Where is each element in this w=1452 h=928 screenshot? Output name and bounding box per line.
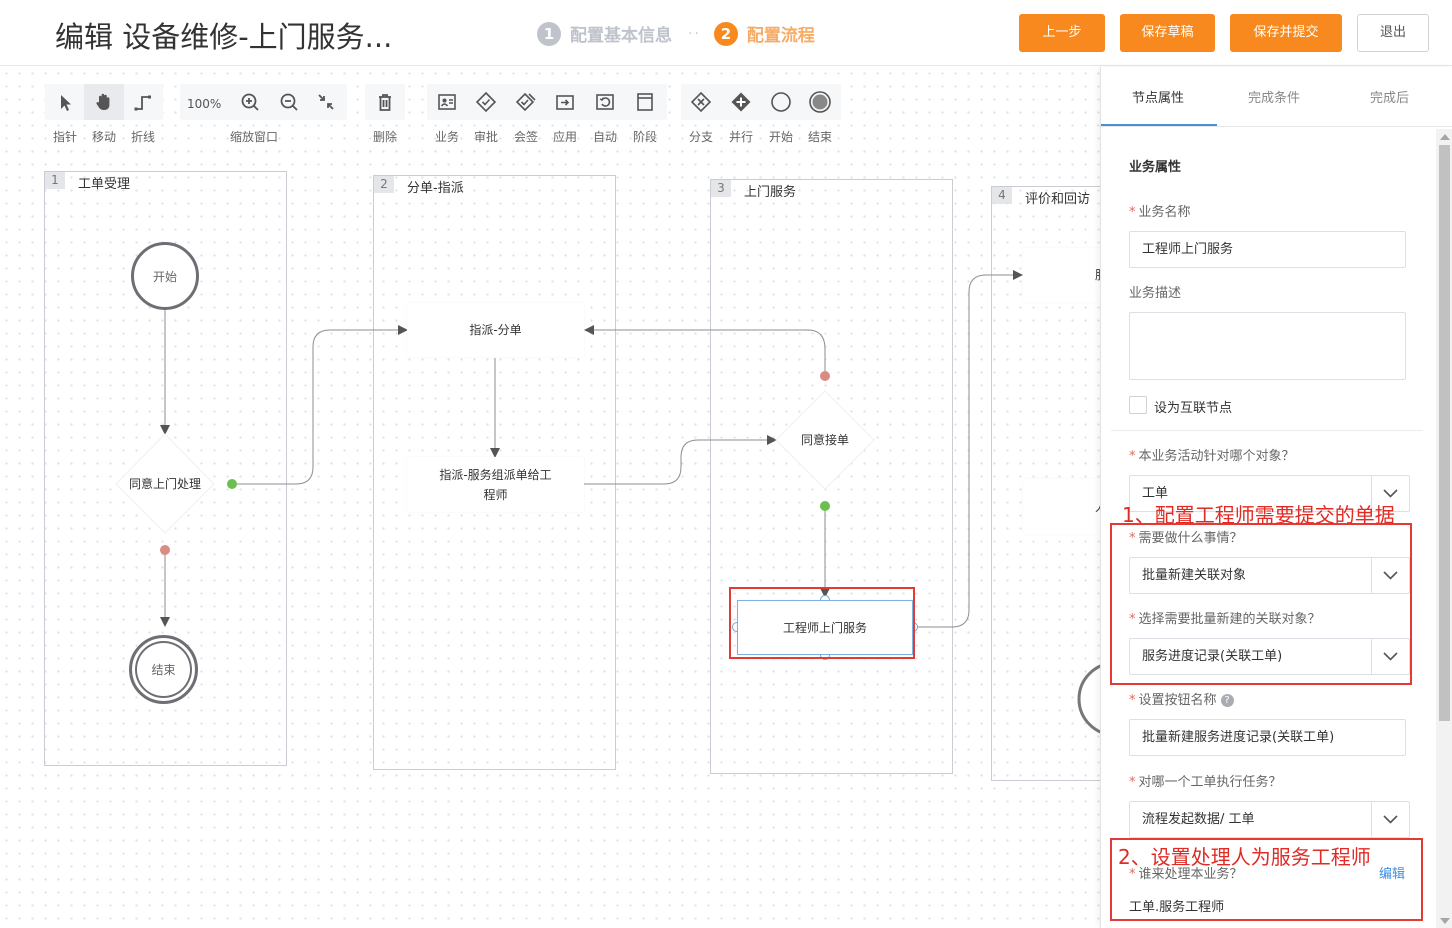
section-title: 业务属性 — [1129, 160, 1182, 175]
step-indicator: 1 配置基本信息 ·· 2 配置流程 — [537, 21, 815, 46]
required-mark: * — [1129, 449, 1136, 464]
task-label: 指派-分单 — [469, 323, 522, 337]
start-event-node[interactable]: 开始 — [131, 242, 199, 310]
required-mark: * — [1129, 693, 1136, 708]
task-lane4-service[interactable]: 服 — [1023, 248, 1100, 302]
exit-button[interactable]: 退出 — [1357, 14, 1429, 52]
edge-visit-to-lane4 — [915, 270, 1023, 628]
step-number: 2 — [713, 21, 738, 46]
end-event-node[interactable]: 结束 — [129, 635, 198, 704]
interconnect-label: 设为互联节点 — [1154, 401, 1233, 416]
step-separator: ·· — [688, 25, 701, 42]
business-name-input[interactable]: 工程师上门服务 — [1129, 231, 1406, 268]
task-label-line1: 指派-服务组派单给工 — [439, 467, 552, 482]
task-lane4-person[interactable]: 人 — [1023, 479, 1100, 534]
tab-completion-conditions[interactable]: 完成条件 — [1248, 87, 1300, 106]
edge-engineer-to-accept — [584, 435, 777, 485]
task-assign-split[interactable]: 指派-分单 — [407, 303, 584, 357]
target-object-label-text: 本业务活动针对哪个对象？ — [1138, 449, 1295, 464]
button-name-input[interactable]: 批量新建服务进度记录(关联工单) — [1129, 719, 1406, 756]
active-tab-indicator — [1101, 124, 1217, 126]
task-label-line2: 程师 — [483, 487, 508, 502]
step-basic-info[interactable]: 1 配置基本信息 — [537, 21, 672, 46]
exec-on-label: * 对哪一个工单执行任务？ — [1129, 771, 1282, 790]
button-name-label-text: 设置按钮名称 — [1138, 693, 1217, 708]
prev-step-button[interactable]: 上一步 — [1019, 14, 1105, 52]
panel-tabs: 节点属性 完成条件 完成后 — [1101, 67, 1452, 127]
flow-canvas[interactable]: 指针 移动 折线 100% 缩放窗口 删除 业务 审批 会签 应用 自动 阶段 … — [0, 67, 1100, 928]
business-name-label-text: 业务名称 — [1138, 205, 1191, 220]
step-label: 配置流程 — [746, 26, 815, 46]
tab-node-properties[interactable]: 节点属性 — [1132, 87, 1184, 106]
highlight-selected-node — [729, 587, 915, 659]
annotation-note-1: 1、配置工程师需要提交的单据 — [1122, 503, 1395, 527]
exec-on-value: 流程发起数据/ 工单 — [1142, 812, 1255, 827]
exec-on-label-text: 对哪一个工单执行任务？ — [1138, 775, 1282, 790]
business-desc-label: 业务描述 — [1129, 286, 1182, 301]
end-event-label: 结束 — [151, 663, 176, 677]
port-dot-green — [820, 501, 830, 511]
interconnect-checkbox[interactable] — [1129, 396, 1147, 414]
scroll-down-arrow-icon[interactable] — [1440, 918, 1450, 924]
annotation-note-2: 2、设置处理人为服务工程师 — [1118, 845, 1371, 869]
section-divider — [1111, 430, 1423, 431]
target-object-label: * 本业务活动针对哪个对象？ — [1129, 445, 1295, 464]
page-title: 编辑 设备维修-上门服务... — [55, 20, 393, 54]
help-icon[interactable]: ? — [1220, 694, 1234, 707]
properties-panel: 节点属性 完成条件 完成后 业务属性 * 业务名称 工程师上门服务 业务描述 设为… — [1100, 67, 1452, 928]
port-dot-green — [227, 479, 237, 489]
scroll-thumb[interactable] — [1439, 145, 1450, 721]
business-desc-textarea[interactable] — [1129, 312, 1406, 380]
agree-visit-gateway[interactable]: 同意上门处理 — [115, 475, 215, 492]
select-divider — [1371, 802, 1372, 837]
port-dot-red — [160, 545, 170, 555]
business-name-label: * 业务名称 — [1129, 201, 1191, 220]
required-mark: * — [1129, 205, 1136, 220]
edge-accept-back-to-assign — [584, 325, 826, 376]
step-label: 配置基本信息 — [570, 26, 672, 46]
lane4-end-circle — [1077, 664, 1100, 734]
exec-on-select[interactable]: 流程发起数据/ 工单 — [1129, 801, 1410, 838]
task-assign-engineer[interactable]: 指派-服务组派单给工 程师 — [407, 457, 584, 512]
annotation-box-1 — [1110, 523, 1412, 685]
save-draft-button[interactable]: 保存草稿 — [1120, 14, 1215, 52]
header-bar: 编辑 设备维修-上门服务... 1 配置基本信息 ·· 2 配置流程 上一步 保… — [0, 0, 1452, 66]
save-submit-button[interactable]: 保存并提交 — [1230, 14, 1342, 52]
edge-agree-to-assign — [237, 325, 408, 485]
scroll-up-arrow-icon[interactable] — [1440, 134, 1450, 140]
tab-after-completion[interactable]: 完成后 — [1370, 87, 1409, 106]
port-dot-red — [820, 371, 830, 381]
chevron-down-icon — [1383, 489, 1398, 498]
button-name-label: * 设置按钮名称? — [1129, 689, 1234, 708]
step-flow-config[interactable]: 2 配置流程 — [713, 21, 815, 46]
start-event-label: 开始 — [152, 269, 177, 284]
step-number: 1 — [537, 21, 561, 46]
required-mark: * — [1129, 775, 1136, 790]
panel-scrollbar[interactable] — [1436, 129, 1452, 928]
agree-accept-gateway[interactable]: 同意接单 — [775, 431, 875, 448]
chevron-down-icon — [1383, 815, 1398, 824]
